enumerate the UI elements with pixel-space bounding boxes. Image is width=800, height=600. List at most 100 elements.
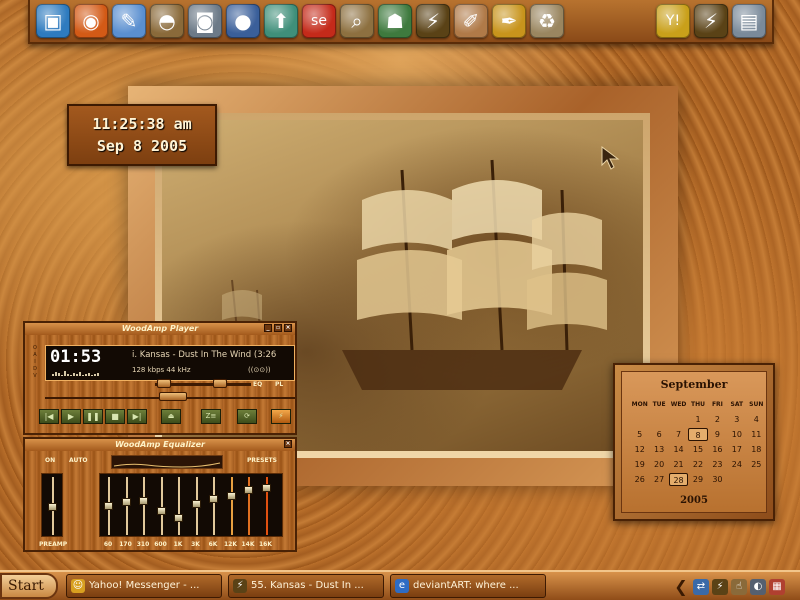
network-icon[interactable]: ⇄: [693, 578, 709, 595]
calendar-day[interactable]: 19: [630, 458, 649, 471]
paint-icon[interactable]: ✐: [454, 4, 488, 38]
calendar-day[interactable]: 8: [688, 428, 708, 441]
eq-band-6K[interactable]: [209, 477, 218, 535]
eq-band-600[interactable]: [156, 477, 166, 535]
calendar-day[interactable]: 20: [649, 458, 668, 471]
tools-icon[interactable]: ✎: [112, 4, 146, 38]
volume-icon[interactable]: ◐: [750, 578, 766, 595]
equalizer-close-button[interactable]: ×: [284, 440, 292, 448]
calendar-day[interactable]: 23: [708, 458, 727, 471]
eq-band-slider[interactable]: [226, 492, 236, 500]
shuffle-button[interactable]: Z≡: [201, 409, 221, 424]
preamp-slider-track[interactable]: [41, 473, 63, 537]
play-button[interactable]: ▶: [61, 409, 81, 424]
next-button[interactable]: ▶|: [127, 409, 147, 424]
pause-button[interactable]: ❚❚: [83, 409, 103, 424]
eq-auto-button[interactable]: AUTO: [69, 457, 88, 464]
calendar-day[interactable]: 25: [747, 458, 766, 471]
shade-button[interactable]: ▫: [274, 324, 282, 332]
calendar-day[interactable]: 21: [669, 458, 688, 471]
winamp2-icon[interactable]: ⚡: [694, 4, 728, 38]
task-deviantart[interactable]: e deviantART: where ...: [390, 574, 546, 598]
calendar-day[interactable]: 7: [669, 428, 688, 441]
eq-toggle[interactable]: EQ: [253, 381, 262, 388]
calendar-day[interactable]: 12: [630, 443, 649, 456]
eq-band-slider[interactable]: [244, 486, 253, 494]
stop-button[interactable]: ■: [105, 409, 125, 424]
calendar-day[interactable]: 9: [708, 428, 727, 441]
task-winamp[interactable]: ⚡ 55. Kansas - Dust In ...: [228, 574, 384, 598]
pen-icon[interactable]: ✒: [492, 4, 526, 38]
calendar-day[interactable]: 3: [727, 413, 746, 426]
calendar-day[interactable]: 1: [688, 413, 707, 426]
eq-band-slider[interactable]: [261, 484, 271, 492]
eq-band-3K[interactable]: [191, 477, 201, 535]
yahoo-icon[interactable]: Y!: [656, 4, 690, 38]
calendar-day[interactable]: 13: [649, 443, 668, 456]
calendar-day[interactable]: 29: [688, 473, 707, 486]
equalizer-titlebar[interactable]: WoodAmp Equalizer ×: [25, 439, 295, 451]
calendar-day[interactable]: 4: [747, 413, 766, 426]
firewall-icon[interactable]: ▦: [769, 578, 785, 595]
eq-presets-button[interactable]: PRESETS: [247, 457, 277, 464]
tray-expand-arrow-icon[interactable]: ❮: [672, 575, 690, 599]
eq-band-slider[interactable]: [209, 495, 218, 503]
eq-band-310[interactable]: [139, 477, 148, 535]
winamp-icon[interactable]: ⚡: [416, 4, 450, 38]
previous-button[interactable]: |◀: [39, 409, 59, 424]
balance-slider[interactable]: [213, 379, 227, 388]
playlist-toggle[interactable]: PL: [275, 381, 283, 388]
repeat-button[interactable]: ⟳: [237, 409, 257, 424]
calendar-day[interactable]: 22: [688, 458, 707, 471]
eq-band-slider[interactable]: [121, 498, 131, 506]
calendar-day[interactable]: 2: [708, 413, 727, 426]
woodamp-logo-icon[interactable]: ⚡: [271, 409, 291, 424]
eq-band-1K[interactable]: [174, 477, 183, 535]
firefox-icon[interactable]: ◉: [74, 4, 108, 38]
calendar-day[interactable]: 27: [649, 473, 668, 486]
close-button[interactable]: ×: [284, 324, 292, 332]
calendar-day[interactable]: 15: [688, 443, 707, 456]
eq-band-12K[interactable]: [226, 477, 236, 535]
eq-band-slider[interactable]: [139, 497, 148, 505]
eq-band-14K[interactable]: [244, 477, 253, 535]
microphone-icon[interactable]: ●: [226, 4, 260, 38]
preamp-slider[interactable]: [48, 503, 57, 511]
calendar-day[interactable]: 11: [747, 428, 766, 441]
eq-on-button[interactable]: ON: [45, 457, 55, 464]
eq-band-slider[interactable]: [156, 507, 166, 515]
security-user-icon[interactable]: ☗: [378, 4, 412, 38]
eq-band-slider[interactable]: [191, 500, 201, 508]
calendar-day[interactable]: 26: [630, 473, 649, 486]
eq-band-60[interactable]: [104, 477, 113, 535]
minimize-button[interactable]: _: [264, 324, 272, 332]
calendar-day[interactable]: 6: [649, 428, 668, 441]
elapsed-time[interactable]: 01:53: [50, 347, 101, 367]
search-icon[interactable]: ⌕: [340, 4, 374, 38]
monitor-icon[interactable]: ▤: [732, 4, 766, 38]
volume-slider[interactable]: [157, 379, 171, 388]
calendar-day[interactable]: 28: [668, 473, 689, 486]
dome-icon[interactable]: ◓: [150, 4, 184, 38]
se-icon[interactable]: se: [302, 4, 336, 38]
hand-cursor-icon[interactable]: ☝: [731, 578, 747, 595]
calendar-day[interactable]: 17: [727, 443, 746, 456]
player-titlebar[interactable]: WoodAmp Player _ ▫ ×: [25, 323, 295, 335]
task-yahoo-messenger[interactable]: ☺ Yahoo! Messenger - ...: [66, 574, 222, 598]
winamp-tray-icon[interactable]: ⚡: [712, 578, 728, 595]
spectrum-visualizer[interactable]: [52, 371, 99, 376]
eq-band-slider[interactable]: [174, 514, 183, 522]
desktop-icon[interactable]: ▣: [36, 4, 70, 38]
eq-band-slider[interactable]: [104, 502, 113, 510]
camera-icon[interactable]: ◙: [188, 4, 222, 38]
calendar-day[interactable]: 30: [708, 473, 727, 486]
calendar-day[interactable]: 18: [747, 443, 766, 456]
eject-button[interactable]: ⏏: [161, 409, 181, 424]
start-button[interactable]: Start: [0, 573, 58, 599]
eq-band-16K[interactable]: [261, 477, 271, 535]
calendar-day[interactable]: 5: [630, 428, 649, 441]
calendar-day[interactable]: 24: [727, 458, 746, 471]
upload-icon[interactable]: ⬆: [264, 4, 298, 38]
seek-slider[interactable]: [159, 392, 187, 401]
calendar-day[interactable]: 10: [727, 428, 746, 441]
